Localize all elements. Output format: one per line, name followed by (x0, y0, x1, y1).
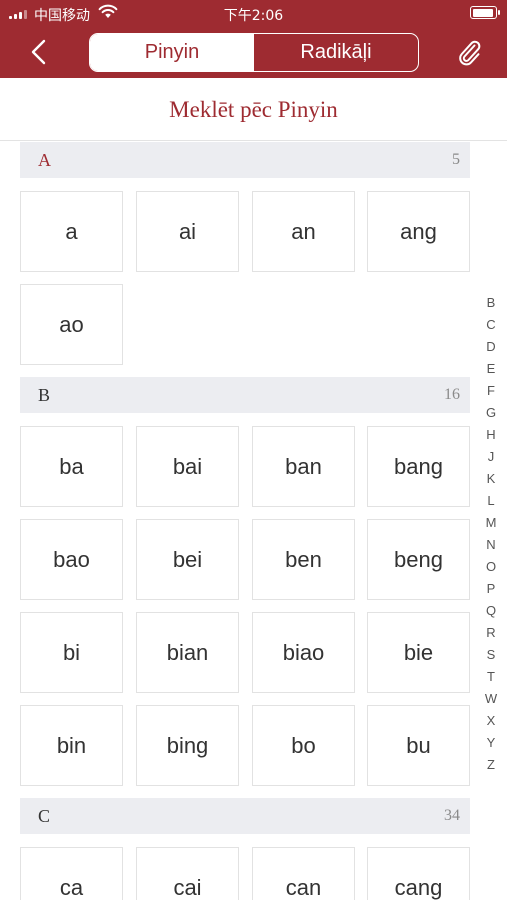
status-time: 下午2:06 (223, 8, 284, 24)
page-title: Meklēt pēc Pinyin (0, 78, 507, 141)
index-letter[interactable]: L (480, 490, 502, 512)
search-mode-segmented-control: Pinyin Radikāļi (89, 33, 419, 72)
pinyin-cell[interactable]: ao (20, 284, 123, 365)
section-count: 5 (452, 151, 460, 168)
paperclip-icon[interactable] (456, 38, 484, 68)
pinyin-cell[interactable]: bie (367, 612, 470, 693)
index-letter[interactable]: O (480, 556, 502, 578)
pinyin-cell[interactable]: ba (20, 426, 123, 507)
index-letter[interactable]: X (480, 710, 502, 732)
index-letter[interactable]: H (480, 424, 502, 446)
index-letter[interactable]: R (480, 622, 502, 644)
index-letter[interactable]: E (480, 358, 502, 380)
index-letter[interactable]: G (480, 402, 502, 424)
pinyin-cell[interactable]: bang (367, 426, 470, 507)
index-letter[interactable]: A (480, 270, 502, 292)
index-letter[interactable]: Q (480, 600, 502, 622)
pinyin-cell[interactable]: ban (252, 426, 355, 507)
tab-pinyin[interactable]: Pinyin (90, 34, 254, 71)
index-letter[interactable]: C (480, 314, 502, 336)
index-letter[interactable]: N (480, 534, 502, 556)
section-header: A5 (20, 142, 470, 178)
section-letter: B (38, 385, 51, 405)
tab-radicals[interactable]: Radikāļi (254, 34, 418, 71)
pinyin-cell[interactable]: ang (367, 191, 470, 272)
section-letter: A (38, 150, 51, 170)
pinyin-cell[interactable]: bi (20, 612, 123, 693)
index-letter[interactable]: J (480, 446, 502, 468)
pinyin-cell[interactable]: ben (252, 519, 355, 600)
pinyin-cell[interactable]: cai (136, 847, 239, 900)
index-letter[interactable]: Y (480, 732, 502, 754)
section-count: 34 (444, 807, 460, 824)
section-header: B 16 (20, 377, 470, 413)
pinyin-cell[interactable]: can (252, 847, 355, 900)
pinyin-cell[interactable]: bei (136, 519, 239, 600)
battery-icon (470, 6, 500, 19)
pinyin-cell[interactable]: bian (136, 612, 239, 693)
pinyin-cell[interactable]: bin (20, 705, 123, 786)
index-letter[interactable]: T (480, 666, 502, 688)
index-letter[interactable]: S (480, 644, 502, 666)
pinyin-cell[interactable]: biao (252, 612, 355, 693)
pinyin-cell[interactable]: bing (136, 705, 239, 786)
pinyin-cell[interactable]: bao (20, 519, 123, 600)
back-chevron-icon[interactable] (26, 38, 52, 66)
pinyin-cell[interactable]: bai (136, 426, 239, 507)
nav-header: 中国移动 下午2:06 Pinyin Radikāļi (0, 0, 507, 78)
section-letter: C (38, 806, 51, 826)
index-letter[interactable]: F (480, 380, 502, 402)
index-letter[interactable]: Z (480, 754, 502, 776)
index-letter[interactable]: K (480, 468, 502, 490)
section-header: C 34 (20, 798, 470, 834)
pinyin-cell[interactable]: a (20, 191, 123, 272)
pinyin-cell[interactable]: an (252, 191, 355, 272)
pinyin-cell[interactable]: bo (252, 705, 355, 786)
section-count: 16 (444, 386, 460, 403)
index-letter[interactable]: P (480, 578, 502, 600)
index-letter[interactable]: D (480, 336, 502, 358)
pinyin-cell[interactable]: bu (367, 705, 470, 786)
pinyin-cell[interactable]: cang (367, 847, 470, 900)
pinyin-cell[interactable]: ca (20, 847, 123, 900)
index-letter[interactable]: B (480, 292, 502, 314)
status-bar: 中国移动 下午2:06 (0, 0, 507, 26)
pinyin-cell[interactable]: beng (367, 519, 470, 600)
pinyin-cell[interactable]: ai (136, 191, 239, 272)
alphabet-index: ABCDEFGHJKLMNOPQRSTWXYZ (480, 270, 502, 776)
index-letter[interactable]: M (480, 512, 502, 534)
index-letter[interactable]: W (480, 688, 502, 710)
